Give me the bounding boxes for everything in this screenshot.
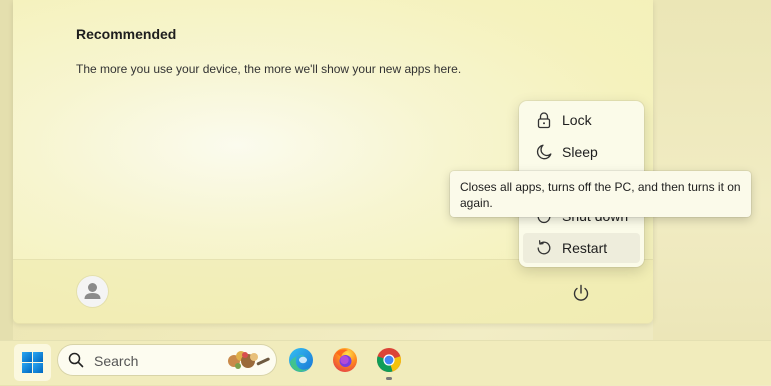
power-button[interactable] <box>570 282 592 304</box>
taskbar: Search <box>0 340 771 385</box>
user-avatar[interactable] <box>77 276 108 307</box>
edge-icon <box>289 348 313 372</box>
firefox-icon <box>333 348 357 372</box>
start-button[interactable] <box>14 344 51 381</box>
desktop-right-area <box>653 0 771 340</box>
restart-tooltip: Closes all apps, turns off the PC, and t… <box>450 171 751 217</box>
moon-icon <box>536 144 552 160</box>
taskbar-firefox[interactable] <box>332 347 358 373</box>
power-menu-restart[interactable]: Restart <box>523 233 640 263</box>
lock-icon <box>537 112 551 129</box>
power-menu-sleep-label: Sleep <box>562 144 598 160</box>
power-menu-sleep[interactable]: Sleep <box>523 137 640 167</box>
restart-icon <box>537 240 551 255</box>
power-menu-lock-label: Lock <box>562 112 592 128</box>
power-icon <box>573 284 589 301</box>
start-menu-footer <box>13 259 653 324</box>
windows-start-icon <box>22 352 43 373</box>
recommended-text: The more you use your device, the more w… <box>76 62 462 76</box>
power-menu-lock[interactable]: Lock <box>523 105 640 135</box>
chrome-running-indicator <box>386 377 392 380</box>
desktop-left-area <box>0 0 13 340</box>
search-icon <box>68 352 84 368</box>
search-placeholder: Search <box>94 353 139 369</box>
chrome-icon <box>377 348 401 373</box>
taskbar-chrome[interactable] <box>376 347 402 373</box>
user-icon <box>84 283 101 299</box>
taskbar-search-box[interactable]: Search <box>58 345 276 375</box>
search-highlight-illustration-icon <box>228 351 270 369</box>
power-menu-restart-label: Restart <box>562 240 608 256</box>
taskbar-edge[interactable] <box>288 347 314 373</box>
recommended-title: Recommended <box>76 26 177 42</box>
